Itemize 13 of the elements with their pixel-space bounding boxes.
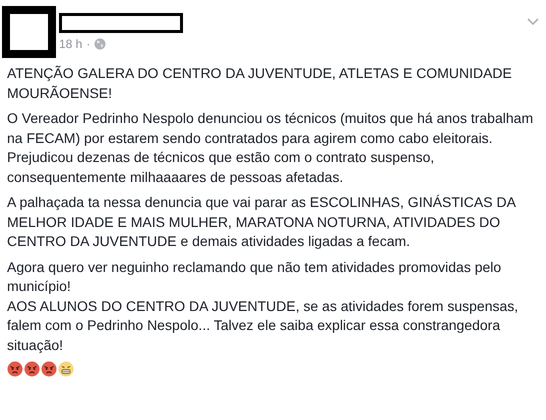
post-time[interactable]: 18 h [59, 37, 82, 51]
separator-dot: · [86, 37, 90, 51]
angry-face-icon [24, 361, 40, 377]
grimace-face-icon [58, 361, 74, 377]
post-text: Agora quero ver neguinho reclamando que não tem atividades promovidas pelo município! [7, 258, 502, 296]
post-text: AOS ALUNOS DO CENTRO DA JUVENTUDE, se as atividades forem suspensas, falem com o Pedrinho Nespolo... Talvez ele saiba explicar essa constrangedora situação! [7, 296, 520, 355]
avatar-placeholder[interactable] [2, 6, 56, 58]
globe-icon [94, 38, 106, 50]
post-text: ATENÇÃO GALERA DO CENTRO DA JUVENTUDE, ATLETAS E COMUNIDADE MOURÃOENSE! [7, 64, 513, 102]
angry-face-icon [41, 361, 57, 377]
angry-face-icon [7, 361, 23, 377]
post-text: A palhaçada ta nessa denuncia que vai parar as ESCOLINHAS, GINÁSTICAS DA MELHOR IDADE E MAIS MULHER, MARATONA NOTURNA, ATIVIDADES DO CENTRO DA JUVENTUDE e demais atividades ligadas a fecam. [7, 193, 517, 251]
post-text: O Vereador Pedrinho Nespolo denunciou os técnicos (muitos que há anos trabalham na FECAM) por estarem sendo contratados para agirem como cabo eleitorais. Prejudicou dezenas de técnicos que estão com o contrato suspenso, consequentemente milhaaaares de pessoas afetadas. [7, 109, 534, 187]
